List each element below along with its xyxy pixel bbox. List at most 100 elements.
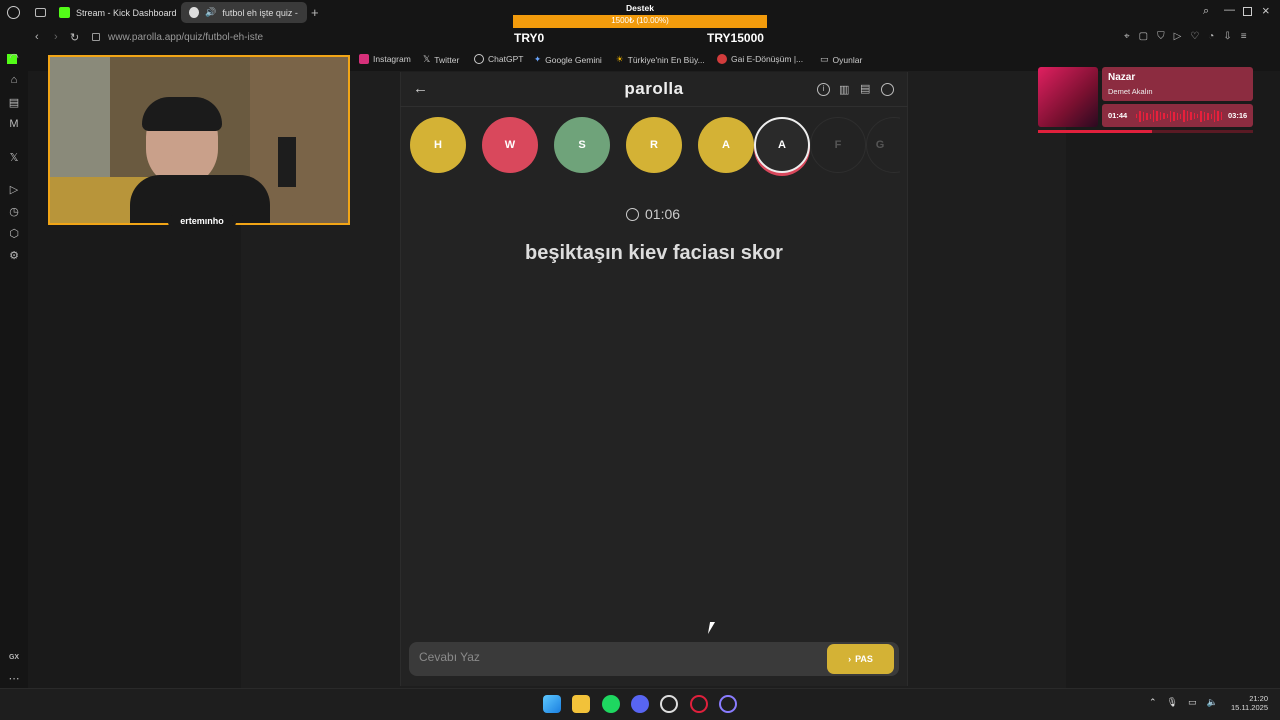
- messenger-icon[interactable]: M: [7, 117, 21, 131]
- album-art: [1038, 67, 1098, 127]
- menu-icon[interactable]: ≡: [1241, 31, 1247, 42]
- waveform-bar: [1200, 110, 1202, 122]
- waveform-bar: [1213, 110, 1216, 122]
- gx-icon[interactable]: GX: [7, 650, 21, 664]
- webcam-name-label: ertemınho: [168, 215, 236, 228]
- info-icon[interactable]: i: [817, 83, 830, 96]
- restore-icon[interactable]: [1243, 7, 1252, 16]
- goal-min: TRY0: [514, 31, 545, 45]
- news-icon: ☀: [616, 54, 624, 64]
- url-field[interactable]: www.parolla.app/quiz/futbol-eh-iste: [108, 32, 263, 43]
- history-icon[interactable]: ◷: [7, 204, 21, 218]
- tab-manager-icon[interactable]: [35, 8, 46, 17]
- question-text: beşiktaşın kiev faciası skor: [525, 242, 783, 264]
- bookmark-gai[interactable]: Gai E-Dönüşüm |...: [717, 54, 803, 64]
- network-icon[interactable]: ▭: [1188, 697, 1197, 708]
- waveform-bar: [1220, 112, 1223, 120]
- steam-icon[interactable]: [660, 695, 678, 713]
- chevron-up-icon[interactable]: ⌃: [1149, 697, 1157, 708]
- letter-clip: G: [866, 117, 900, 173]
- waveform-bar: [1180, 113, 1182, 119]
- forward-icon[interactable]: ›: [54, 31, 58, 43]
- download-icon[interactable]: ⇩: [1223, 31, 1231, 42]
- waveform-bar: [1146, 112, 1148, 120]
- account-icon[interactable]: ◔: [1208, 31, 1214, 42]
- more-icon[interactable]: ⋯: [7, 671, 21, 685]
- song-progress-track: [1038, 130, 1253, 133]
- chevron-right-icon: ›: [848, 654, 852, 664]
- webcam-feed: [48, 55, 350, 225]
- waveform-bar: [1166, 114, 1168, 118]
- extensions-icon[interactable]: ⌂: [7, 73, 21, 87]
- waveform-bar: [1186, 111, 1189, 121]
- letter-circle-current: A: [754, 117, 810, 173]
- spotify-icon[interactable]: [602, 695, 620, 713]
- file-explorer-icon[interactable]: [572, 695, 590, 713]
- waveform: [1136, 110, 1223, 122]
- gemini-icon: ✦: [534, 54, 542, 64]
- reload-icon[interactable]: ↻: [70, 31, 79, 44]
- windows-start-icon[interactable]: [543, 695, 561, 713]
- system-clock[interactable]: 21:20 15.11.2025: [1228, 694, 1268, 712]
- comments-icon[interactable]: ▤: [860, 82, 870, 95]
- timer: 01:06: [626, 206, 680, 222]
- x-sidebar-icon[interactable]: 𝕏: [7, 150, 21, 164]
- waveform-bar: [1136, 114, 1138, 118]
- goal-title: Destek: [626, 3, 654, 13]
- profile-icon[interactable]: [881, 83, 894, 96]
- minimize-icon[interactable]: —: [1224, 4, 1235, 16]
- webcam-hair: [142, 97, 222, 131]
- tab-kick-dashboard[interactable]: Stream - Kick Dashboard: [51, 2, 185, 23]
- tab-label: Stream - Kick Dashboard: [76, 7, 177, 18]
- waveform-bar: [1156, 111, 1158, 121]
- snapshot-icon[interactable]: ▢: [1139, 31, 1148, 42]
- pass-button[interactable]: › PAS: [827, 644, 894, 674]
- x-icon: 𝕏: [423, 54, 431, 64]
- ai-icon[interactable]: ◠: [7, 50, 21, 64]
- bookmark-gemini[interactable]: ✦ Google Gemini: [534, 54, 602, 65]
- waveform-bar: [1193, 113, 1196, 119]
- microphone-icon[interactable]: 🎙: [1167, 697, 1178, 708]
- parolla-logo[interactable]: parolla: [400, 79, 908, 99]
- speaker-icon: 🔊: [205, 7, 217, 17]
- waveform-bar: [1197, 114, 1199, 118]
- waveform-bar: [1149, 113, 1151, 119]
- waveform-bar: [1203, 111, 1206, 121]
- waveform-bar: [1190, 112, 1192, 120]
- folder-icon: ▭: [820, 54, 829, 64]
- discord-icon[interactable]: [631, 695, 649, 713]
- tab-parolla-quiz[interactable]: 🔊 futbol eh işte quiz - p: [181, 2, 307, 23]
- shield-icon[interactable]: ⛉: [1157, 31, 1165, 42]
- waveform-bar: [1163, 113, 1165, 119]
- search-icon[interactable]: ⌕: [1203, 5, 1209, 18]
- player-icon[interactable]: ▷: [7, 182, 21, 196]
- heart-icon[interactable]: ♡: [1190, 31, 1199, 42]
- close-icon[interactable]: ×: [1262, 3, 1270, 18]
- app-icon[interactable]: [719, 695, 737, 713]
- settings-icon[interactable]: ⚙: [7, 248, 21, 262]
- pinboard-icon[interactable]: ⬡: [7, 226, 21, 240]
- bookmark-chatgpt[interactable]: ChatGPT: [474, 54, 523, 64]
- gai-icon: [717, 54, 727, 64]
- bookmark-oyunlar[interactable]: ▭ Oyunlar: [820, 54, 862, 65]
- pin-icon[interactable]: ⌖: [1124, 31, 1130, 42]
- answer-input[interactable]: [419, 650, 819, 664]
- new-tab-button[interactable]: +: [311, 5, 319, 20]
- waveform-bar: [1159, 112, 1162, 120]
- header-divider: [400, 106, 908, 107]
- volume-icon[interactable]: 🔈: [1207, 697, 1218, 708]
- back-icon[interactable]: ‹: [35, 31, 39, 43]
- bookmark-twitter[interactable]: 𝕏 Twitter: [423, 54, 459, 65]
- bookmark-instagram[interactable]: Instagram: [359, 54, 411, 64]
- bookmark-turkiye[interactable]: ☀ Türkiye'nin En Büy...: [616, 54, 705, 65]
- opera-gx-icon[interactable]: [690, 695, 708, 713]
- wallet-icon[interactable]: ▤: [7, 95, 21, 109]
- stats-icon[interactable]: ▥: [839, 83, 849, 96]
- answer-box: [409, 642, 899, 676]
- instagram-icon: [359, 54, 369, 64]
- opera-logo-icon[interactable]: [7, 6, 20, 19]
- song-total-time: 03:16: [1228, 111, 1248, 120]
- play-icon[interactable]: ▷: [1174, 31, 1182, 42]
- waveform-bar: [1139, 110, 1141, 122]
- waveform-bar: [1217, 111, 1219, 121]
